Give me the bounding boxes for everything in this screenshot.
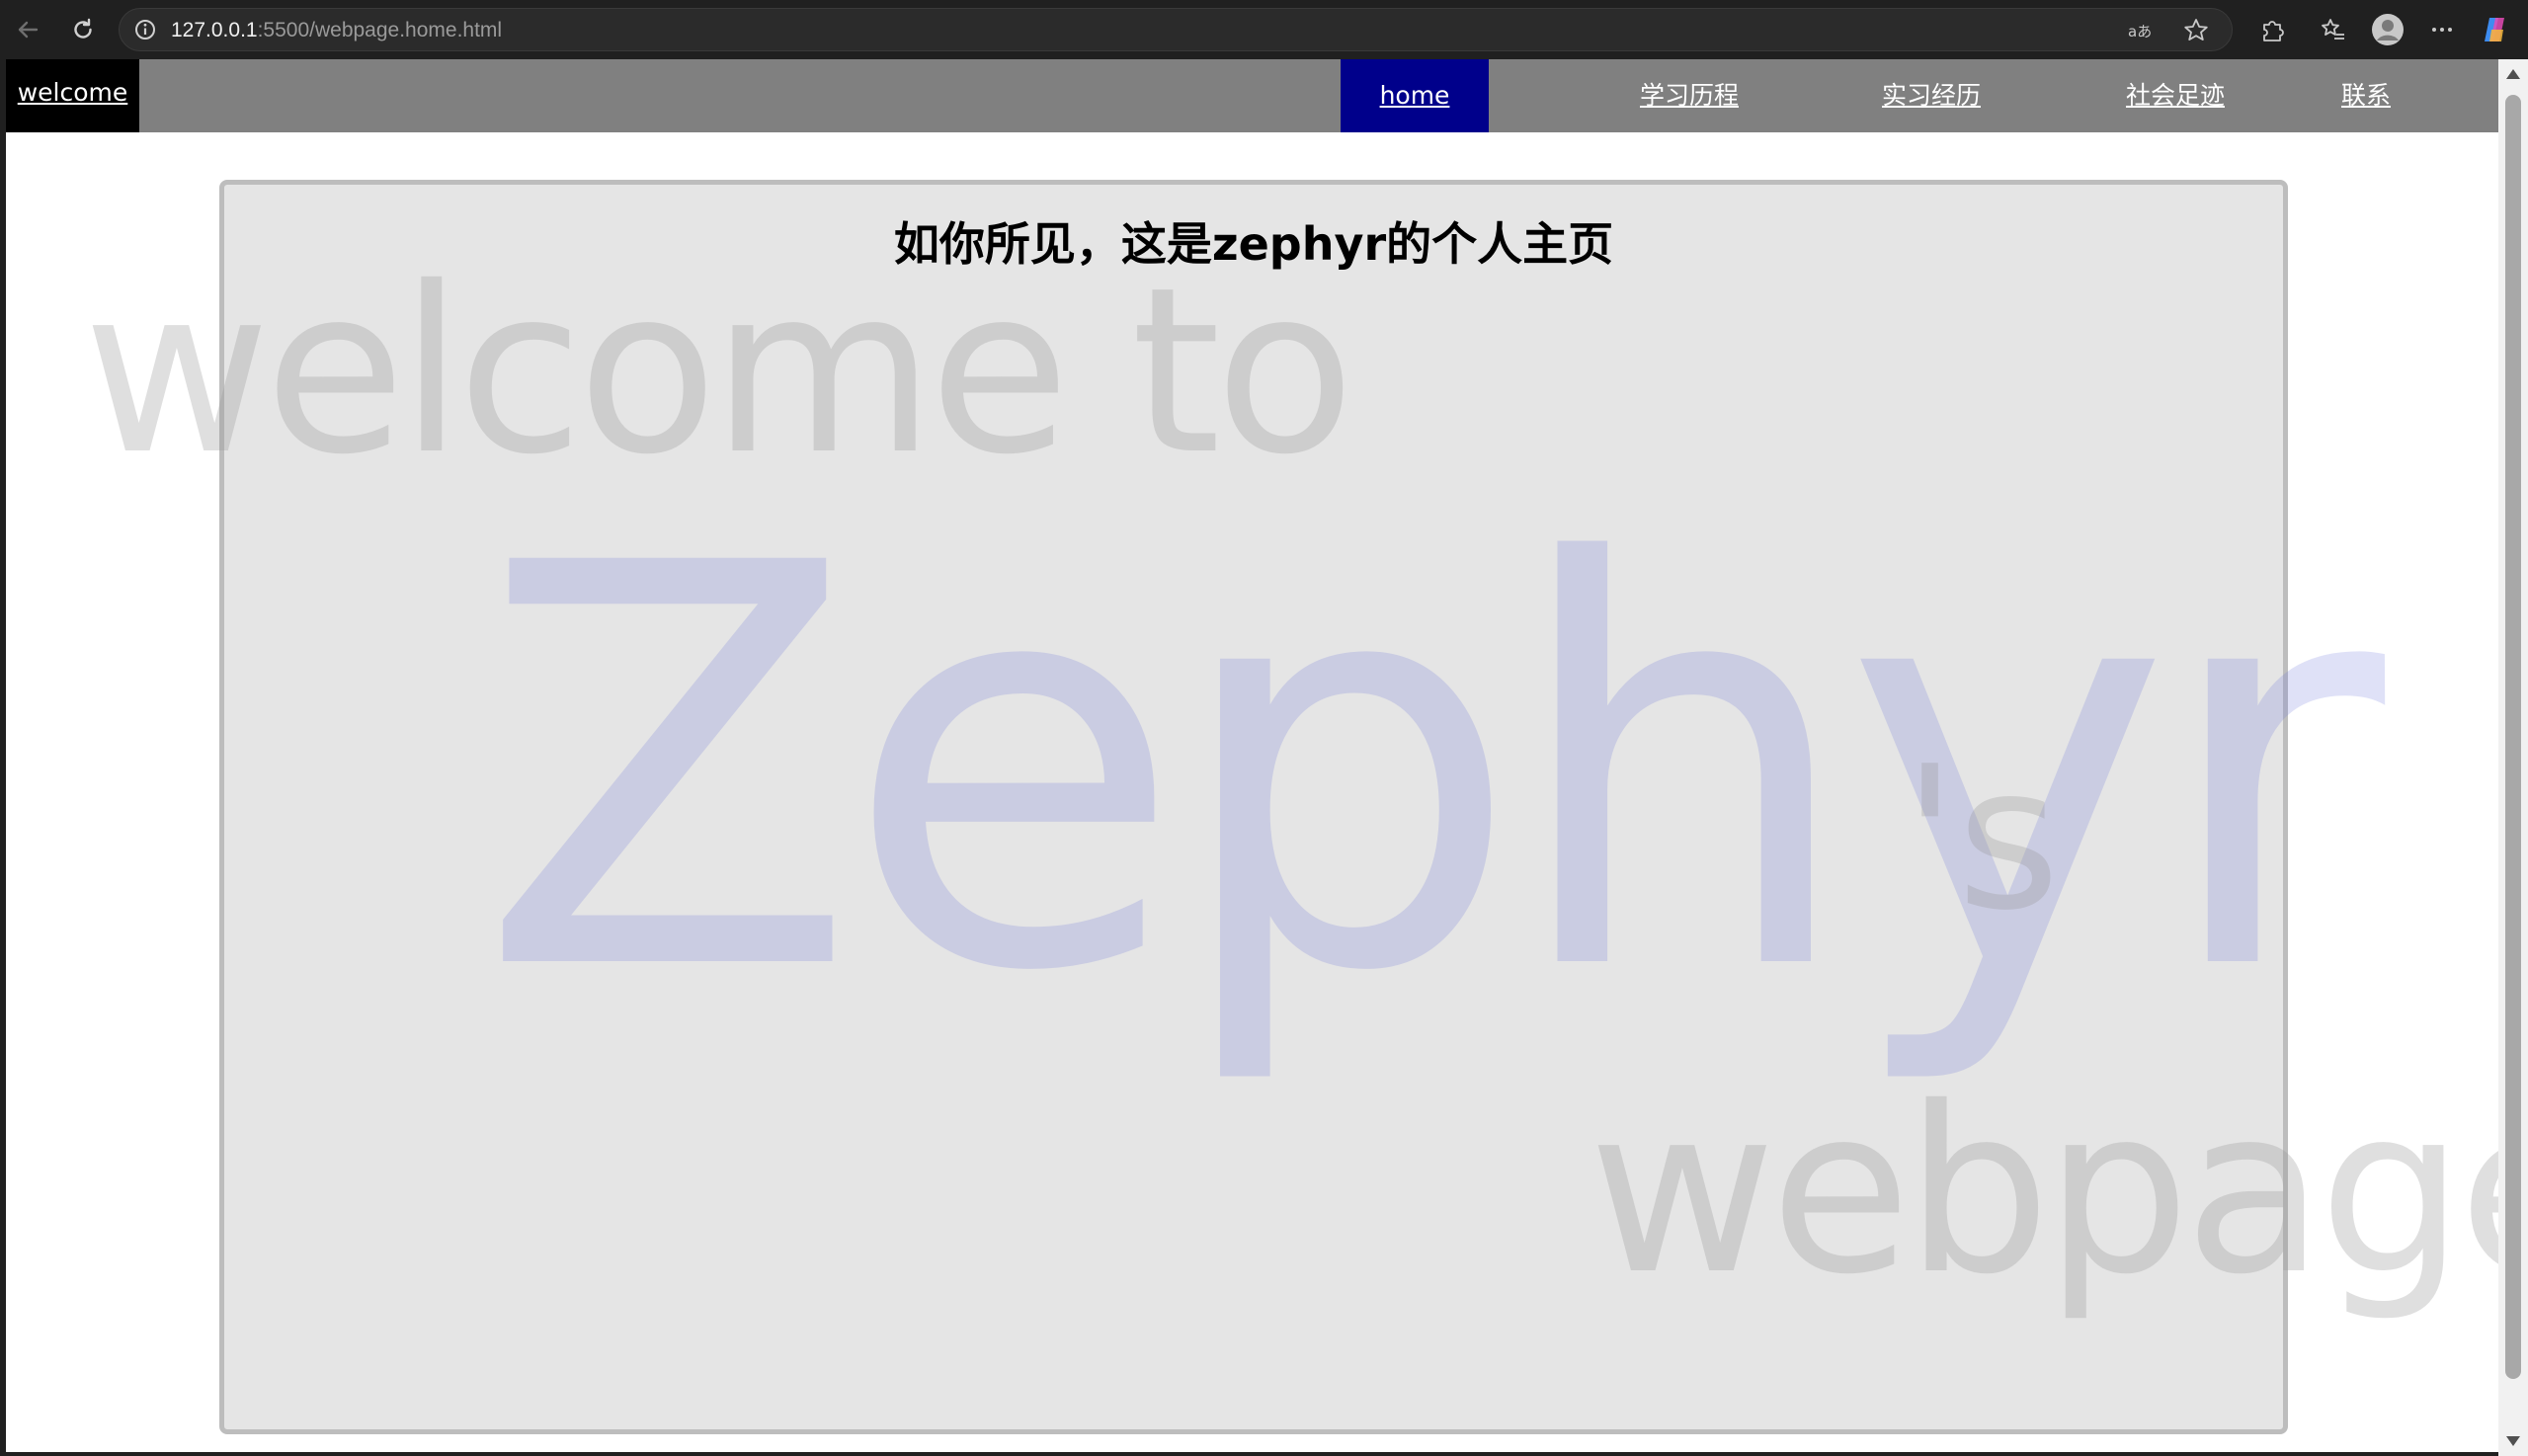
favorites-list-icon: [2322, 19, 2344, 40]
url-path: :5500/webpage.home.html: [257, 19, 503, 41]
top-navigation: welcome home 学习历程 实习经历 社会足迹 联系: [6, 59, 2498, 132]
reload-button[interactable]: [63, 10, 103, 49]
site-info-icon[interactable]: [133, 18, 157, 41]
nav-item-internship[interactable]: 实习经历: [1830, 59, 2033, 132]
copilot-icon: [2485, 18, 2504, 41]
scrollbar-thumb[interactable]: [2505, 95, 2521, 1379]
nav-item-social[interactable]: 社会足迹: [2074, 59, 2277, 132]
scroll-up-arrow-icon[interactable]: [2506, 69, 2520, 79]
more-button[interactable]: [2422, 10, 2462, 49]
address-bar[interactable]: 127.0.0.1:5500/webpage.home.html aあ: [119, 8, 2233, 51]
url-text: 127.0.0.1:5500/webpage.home.html: [171, 18, 502, 43]
favorites-button[interactable]: [2314, 10, 2353, 49]
svg-text:aあ: aあ: [2128, 23, 2152, 40]
page-title: 如你所见，这是zephyr的个人主页: [893, 217, 1614, 271]
url-host: 127.0.0.1: [171, 19, 258, 41]
nav-item-contact[interactable]: 联系: [2307, 59, 2425, 132]
main-card: 如你所见，这是zephyr的个人主页: [219, 180, 2288, 1434]
nav-brand-welcome[interactable]: welcome: [6, 59, 139, 132]
more-dots-icon: [2432, 28, 2452, 32]
scroll-down-arrow-icon[interactable]: [2506, 1436, 2520, 1446]
favorite-star-icon[interactable]: [2182, 17, 2210, 44]
vertical-scrollbar[interactable]: [2498, 59, 2528, 1456]
reload-icon: [74, 18, 92, 39]
page-viewport: welcome home 学习历程 实习经历 社会足迹 联系 如你所见，这是ze…: [6, 59, 2498, 1452]
puzzle-icon: [2263, 21, 2284, 41]
back-button[interactable]: [8, 10, 47, 49]
copilot-button[interactable]: [2476, 10, 2515, 49]
profile-button[interactable]: [2368, 10, 2407, 49]
arrow-left-icon: [18, 21, 39, 39]
nav-item-study[interactable]: 学习历程: [1588, 59, 1791, 132]
browser-toolbar: 127.0.0.1:5500/webpage.home.html aあ: [0, 0, 2528, 59]
avatar-icon: [2372, 14, 2404, 45]
nav-item-home[interactable]: home: [1341, 59, 1489, 132]
extensions-button[interactable]: [2252, 10, 2292, 49]
translate-icon[interactable]: aあ: [2125, 17, 2153, 44]
